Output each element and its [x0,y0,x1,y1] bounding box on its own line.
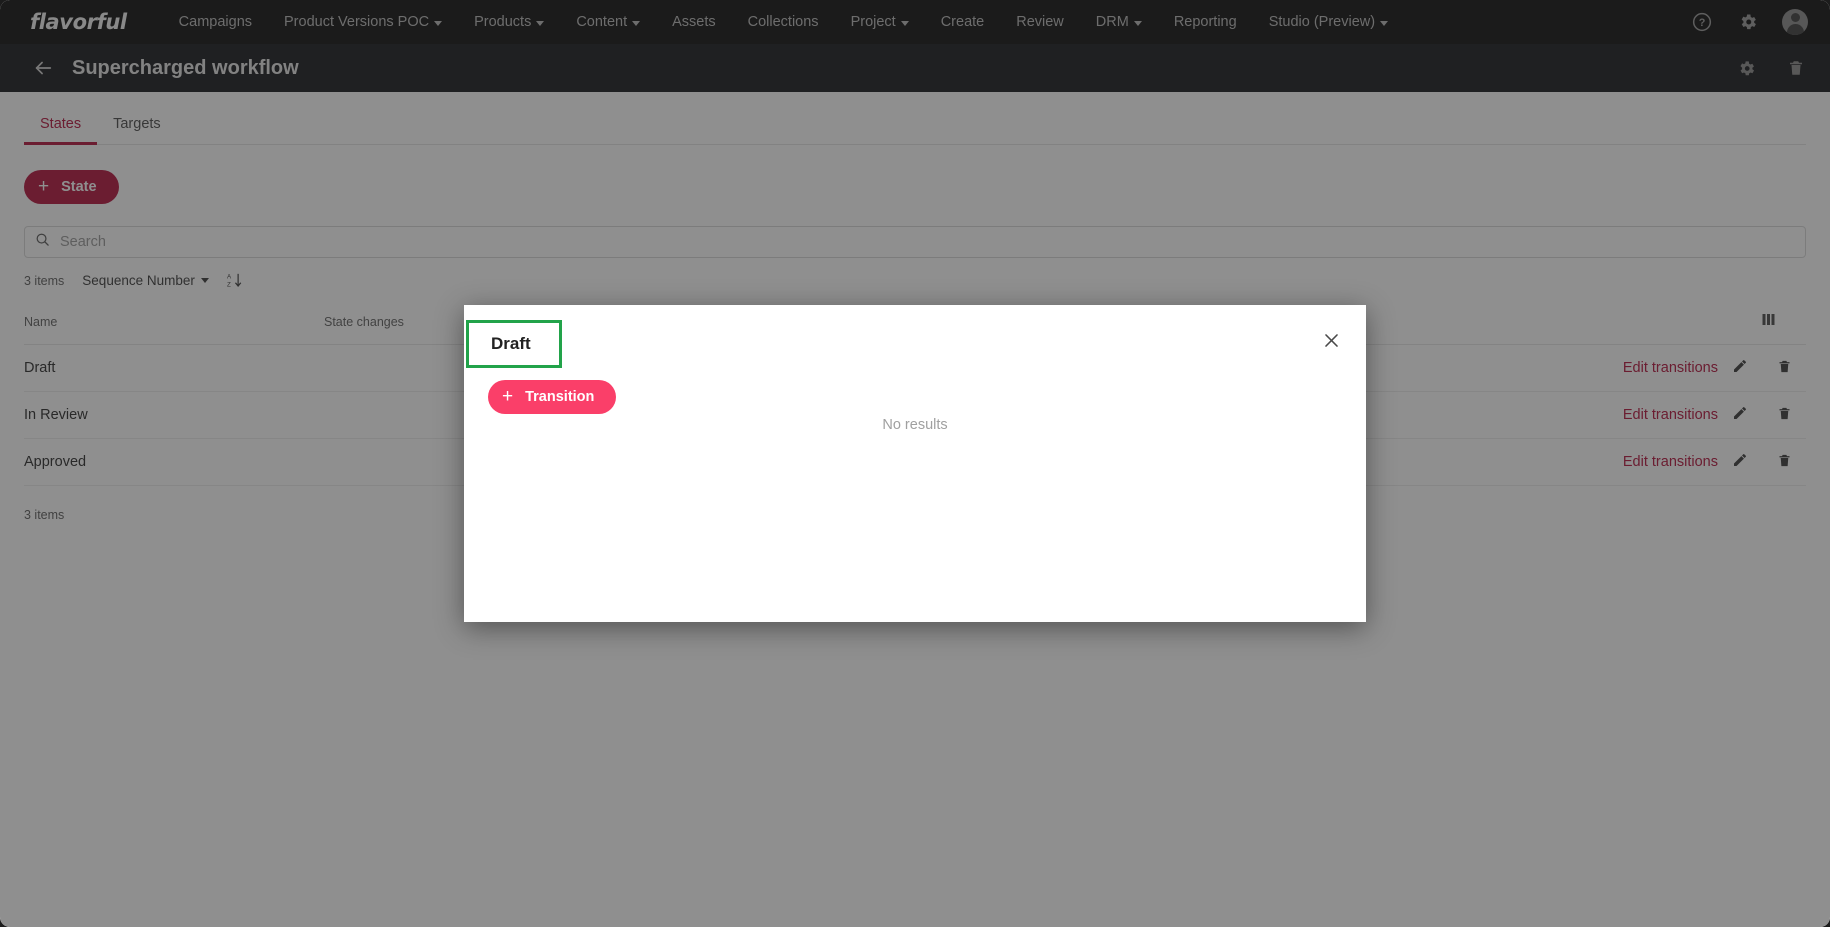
modal-title: Draft [466,320,562,368]
plus-icon: + [502,385,514,407]
transitions-modal: Draft + Transition No results [464,305,1366,622]
app-root: flavorful Campaigns Product Versions POC… [0,0,1830,927]
add-transition-button[interactable]: + Transition [488,380,617,414]
empty-state-message: No results [882,417,948,433]
close-icon[interactable] [1316,325,1346,355]
add-transition-label: Transition [525,389,595,405]
